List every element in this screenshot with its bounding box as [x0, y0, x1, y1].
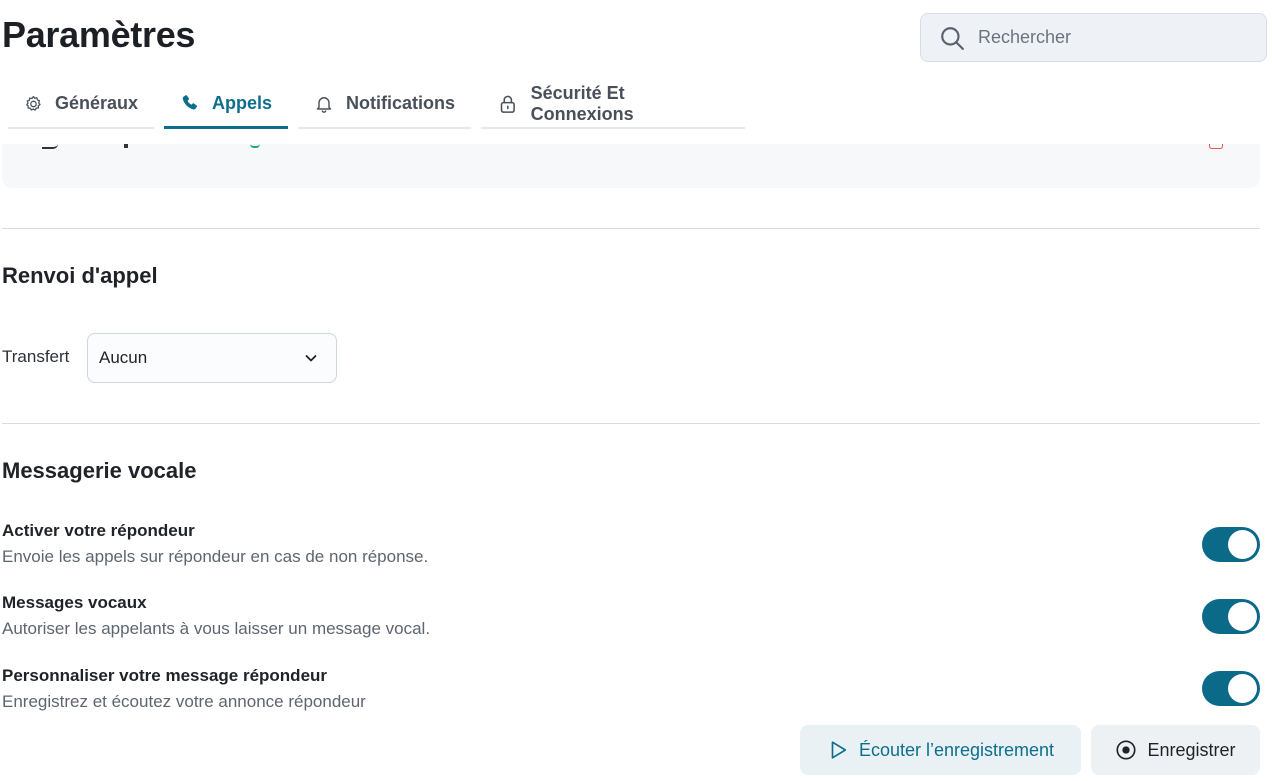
setting-title: Activer votre répondeur: [2, 521, 195, 540]
search-input[interactable]: [976, 26, 1256, 49]
transfer-select[interactable]: Aucun: [87, 333, 337, 383]
settings-tabs: Généraux Appels Notifications Sécurité E…: [8, 80, 745, 130]
bell-icon: [316, 96, 332, 113]
tab-securite-label: Sécurité Et Connexions: [530, 82, 634, 124]
custom-greeting-toggle[interactable]: [1202, 671, 1260, 706]
previous-section-card: [2, 144, 1260, 188]
search-icon: [941, 26, 964, 50]
setting-activate-voicemail: Activer votre répondeur Envoie les appel…: [2, 520, 428, 568]
clipped-text-fragment: [124, 144, 128, 148]
trash-icon[interactable]: [1209, 144, 1223, 149]
tab-appels[interactable]: Appels: [164, 80, 288, 129]
setting-voice-messages: Messages vocaux Autoriser les appelants …: [2, 592, 430, 640]
chevron-down-icon: [305, 355, 317, 362]
setting-custom-greeting: Personnaliser votre message répondeur En…: [2, 665, 366, 713]
status-dot-icon: [250, 144, 260, 148]
play-icon: [831, 741, 847, 759]
tab-notifications-label: Notifications: [345, 93, 455, 113]
section-divider: [2, 228, 1260, 229]
record-button[interactable]: Enregistrer: [1091, 725, 1260, 775]
phone-icon: [182, 95, 198, 110]
record-icon: [1116, 740, 1137, 760]
record-label: Enregistrer: [1147, 739, 1236, 760]
transfer-label: Transfert: [2, 347, 70, 366]
voice-messages-toggle[interactable]: [1202, 599, 1260, 634]
clipped-text-fragment: [42, 144, 58, 149]
setting-description: Envoie les appels sur répondeur en cas d…: [2, 547, 429, 566]
setting-title: Personnaliser votre message répondeur: [2, 666, 328, 685]
setting-description: Enregistrez et écoutez votre annonce rép…: [2, 692, 366, 711]
setting-description: Autoriser les appelants à vous laisser u…: [2, 619, 431, 638]
search-bar[interactable]: [920, 13, 1267, 62]
call-forwarding-title: Renvoi d'appel: [2, 263, 158, 288]
tab-generaux-label: Généraux: [54, 93, 138, 113]
tab-appels-label: Appels: [211, 92, 272, 113]
listen-recording-button[interactable]: Écouter l’enregistrement: [800, 725, 1081, 775]
voicemail-title: Messagerie vocale: [2, 458, 197, 483]
tab-generaux[interactable]: Généraux: [8, 80, 154, 129]
lock-icon: [500, 95, 515, 113]
tab-securite[interactable]: Sécurité Et Connexions: [481, 80, 745, 129]
tab-notifications[interactable]: Notifications: [298, 80, 471, 129]
section-divider: [2, 423, 1260, 424]
setting-title: Messages vocaux: [2, 593, 147, 612]
gear-icon: [26, 95, 41, 111]
page-title: Paramètres: [2, 14, 196, 55]
listen-recording-label: Écouter l’enregistrement: [858, 739, 1055, 760]
settings-page: Paramètres Généraux Appels Not: [0, 0, 1272, 781]
activate-voicemail-toggle[interactable]: [1202, 527, 1260, 562]
transfer-select-value: Aucun: [99, 348, 148, 367]
